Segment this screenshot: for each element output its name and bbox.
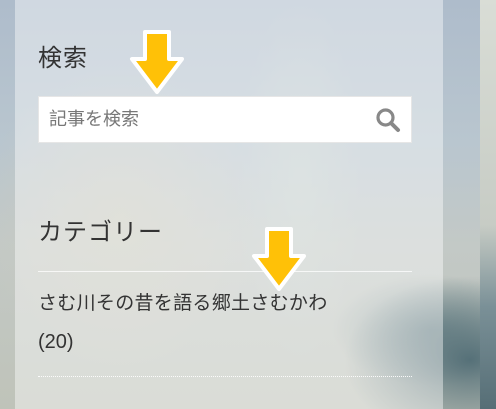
background-edge: [480, 0, 496, 409]
category-count: (20): [38, 331, 74, 353]
down-arrow-icon: [130, 30, 184, 94]
category-divider: [38, 271, 412, 272]
search-form: [38, 96, 412, 143]
search-button[interactable]: [371, 103, 405, 137]
search-widget-title: 検索: [38, 44, 88, 72]
category-list-item: さむ川その昔を語る郷土さむかわ (20): [38, 288, 412, 357]
search-input[interactable]: [39, 97, 379, 142]
category-widget-title: カテゴリー: [38, 218, 163, 246]
category-divider-bottom: [38, 376, 412, 377]
down-arrow-icon: [252, 227, 306, 291]
magnifier-icon: [376, 108, 400, 132]
category-link[interactable]: さむ川その昔を語る郷土さむかわ: [38, 288, 412, 318]
sidebar: 検索 カテゴリー さむ川その昔を語る郷土さむかわ (20): [15, 0, 443, 409]
